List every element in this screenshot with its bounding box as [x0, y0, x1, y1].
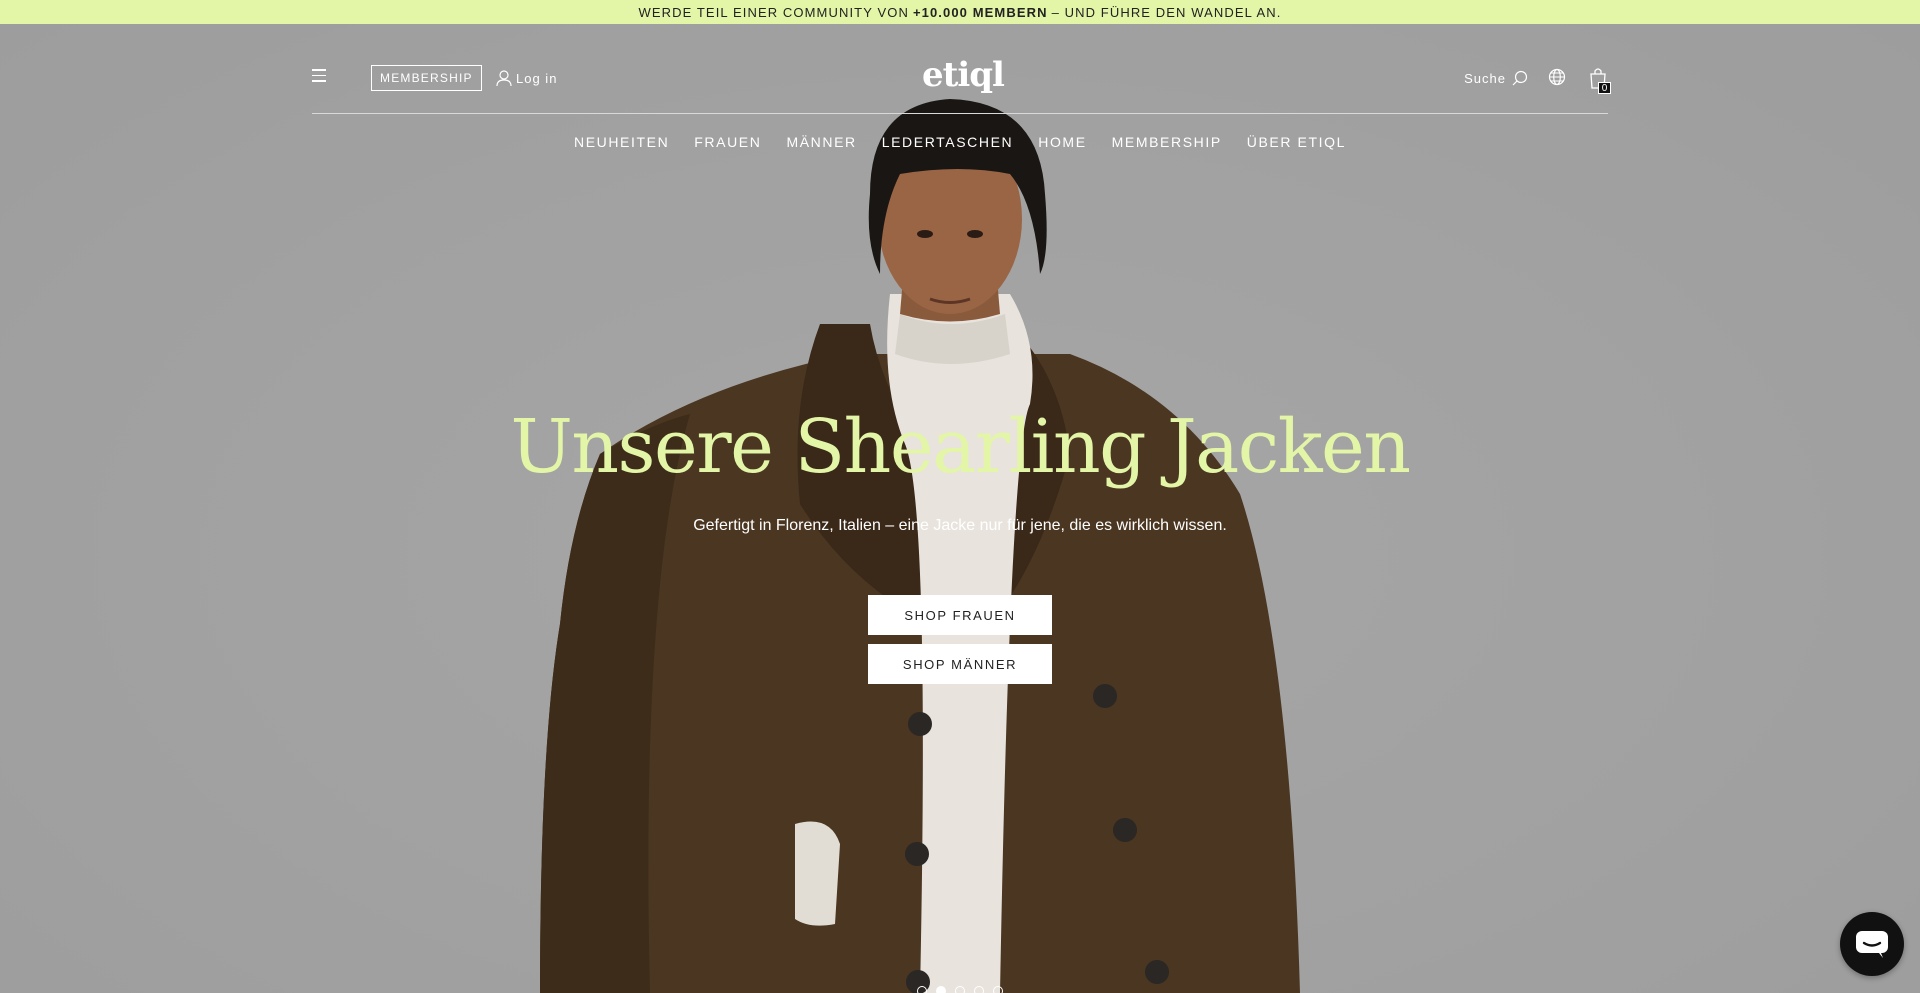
hamburger-icon[interactable] [312, 69, 328, 83]
slider-dot-4[interactable] [974, 986, 984, 993]
membership-button[interactable]: MEMBERSHIP [371, 65, 482, 91]
nav-item-ledertaschen[interactable]: LEDERTASCHEN [882, 130, 1014, 154]
login-link[interactable]: Log in [496, 65, 557, 91]
hero-section: MEMBERSHIP Log in etiql Suche 0 NEUHEITE… [0, 24, 1920, 993]
announcement-suffix: – UND FÜHRE DEN WANDEL AN. [1051, 4, 1282, 20]
hero-image [540, 99, 1300, 993]
search-icon [1512, 70, 1528, 86]
nav-item-home[interactable]: HOME [1038, 130, 1086, 154]
slider-pagination [0, 986, 1920, 993]
user-icon [496, 69, 512, 86]
slider-dot-5[interactable] [993, 986, 1003, 993]
announcement-highlight: +10.000 MEMBERN [912, 4, 1048, 20]
nav-item-frauen[interactable]: FRAUEN [694, 130, 761, 154]
hero-headline: Unsere Shearling Jacken [510, 404, 1411, 490]
main-navigation: NEUHEITEN FRAUEN MÄNNER LEDERTASCHEN HOM… [0, 130, 1920, 154]
nav-item-neuheiten[interactable]: NEUHEITEN [574, 130, 669, 154]
shop-women-button[interactable]: SHOP FRAUEN [868, 595, 1052, 635]
search-button[interactable]: Suche [1464, 65, 1528, 91]
nav-item-membership[interactable]: MEMBERSHIP [1112, 130, 1222, 154]
chat-icon [1856, 931, 1888, 958]
chat-button[interactable] [1840, 912, 1904, 976]
site-header: MEMBERSHIP Log in etiql Suche 0 [312, 48, 1611, 114]
cart-count-badge: 0 [1598, 82, 1611, 94]
slider-dot-1[interactable] [917, 986, 927, 993]
shop-men-button[interactable]: SHOP MÄNNER [868, 644, 1052, 684]
announcement-prefix: WERDE TEIL EINER COMMUNITY VON [638, 4, 909, 20]
logo[interactable]: etiql [922, 54, 1005, 96]
hero-subline: Gefertigt in Florenz, Italien – eine Jac… [693, 517, 1227, 534]
slider-dot-2[interactable] [936, 986, 946, 993]
search-label: Suche [1464, 70, 1506, 86]
announcement-bar: WERDE TEIL EINER COMMUNITY VON +10.000 M… [0, 0, 1920, 24]
globe-icon[interactable] [1548, 68, 1566, 86]
nav-item-maenner[interactable]: MÄNNER [786, 130, 856, 154]
slider-dot-3[interactable] [955, 986, 965, 993]
login-label: Log in [516, 70, 558, 86]
nav-item-ueber-etiql[interactable]: ÜBER ETIQL [1247, 130, 1346, 154]
